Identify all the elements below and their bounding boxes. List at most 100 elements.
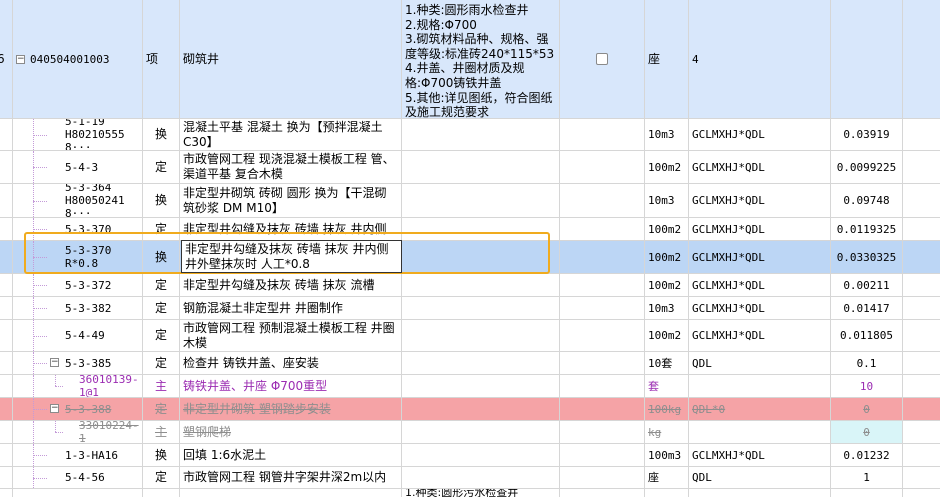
- quota-features-cell[interactable]: [402, 218, 560, 240]
- bill-type-cell[interactable]: 项: [143, 0, 180, 118]
- quota-features-cell[interactable]: [402, 398, 560, 420]
- quota-expr-cell[interactable]: GCLMXHJ*QDL: [689, 274, 831, 296]
- quota-code-cell[interactable]: 1-3-HA16: [13, 444, 143, 466]
- quota-features-cell[interactable]: [402, 444, 560, 466]
- quota-quantity-cell[interactable]: 10: [831, 375, 903, 397]
- quota-code-cell[interactable]: 36010139-1@1: [13, 375, 143, 397]
- quota-features-cell[interactable]: [402, 320, 560, 351]
- quota-name-cell[interactable]: 混凝土平基 混凝土 换为【预拌混凝土C30】: [180, 119, 402, 150]
- quota-quantity-cell[interactable]: 0.011805: [831, 320, 903, 351]
- quota-name-cell[interactable]: 非定型井勾缝及抹灰 砖墙 抹灰 流槽: [180, 274, 402, 296]
- quota-code-cell[interactable]: −5-3-385: [13, 352, 143, 374]
- quota-row-selected[interactable]: 5-3-370 R*0.8 换 非定型井勾缝及抹灰 砖墙 抹灰 井内侧 井外壁抹灰时…: [0, 241, 940, 274]
- quota-name-cell[interactable]: 非定型井勾缝及抹灰 砖墙 抹灰 井内侧: [180, 218, 402, 240]
- quota-name-cell[interactable]: 市政管网工程 钢管井字架井深2m以内: [180, 467, 402, 488]
- quota-row[interactable]: −5-3-385 定 检查井 铸铁井盖、座安装 10套 QDL 0.1: [0, 352, 940, 375]
- quota-features-cell[interactable]: [402, 375, 560, 397]
- quota-code-cell[interactable]: 5-3-370 R*0.8: [13, 241, 143, 273]
- material-row[interactable]: 33010224-1 主 塑钢爬梯 kg 0: [0, 421, 940, 444]
- quota-unit-cell[interactable]: 10m3: [645, 119, 689, 150]
- quota-expr-cell[interactable]: [689, 375, 831, 397]
- quota-unit-cell[interactable]: 10m3: [645, 184, 689, 217]
- bill-item-row[interactable]: 6 − 040504001003 项 砌筑井 1.种类:圆形雨水检查井 2.规格…: [0, 0, 940, 119]
- bill-quantity-cell[interactable]: 4: [689, 0, 831, 118]
- quota-unit-cell[interactable]: 100m2: [645, 320, 689, 351]
- quota-features-cell[interactable]: [402, 421, 560, 443]
- quota-expr-cell[interactable]: GCLMXHJ*QDL: [689, 151, 831, 183]
- quota-name-cell[interactable]: 钢筋混凝土非定型井 井圈制作: [180, 297, 402, 319]
- quota-type-cell[interactable]: 定: [143, 467, 180, 488]
- quota-code-cell[interactable]: 5-4-3: [13, 151, 143, 183]
- bill-code-cell[interactable]: − 040504001003: [13, 0, 143, 118]
- quota-code-cell[interactable]: 5-3-382: [13, 297, 143, 319]
- quota-unit-cell[interactable]: 100m2: [645, 241, 689, 273]
- quota-quantity-cell[interactable]: 0.0330325: [831, 241, 903, 273]
- quota-type-cell[interactable]: 定: [143, 297, 180, 319]
- quota-type-cell[interactable]: 定: [143, 352, 180, 374]
- quota-row[interactable]: 1-3-HA16 换 回填 1:6水泥土 100m3 GCLMXHJ*QDL 0.0123…: [0, 444, 940, 467]
- quota-type-cell[interactable]: 主: [143, 375, 180, 397]
- collapse-icon[interactable]: −: [16, 54, 25, 64]
- quota-unit-cell[interactable]: 100m2: [645, 218, 689, 240]
- quota-type-cell[interactable]: 定: [143, 218, 180, 240]
- quota-code-cell[interactable]: 5-3-370: [13, 218, 143, 240]
- quota-unit-cell[interactable]: 10m3: [645, 297, 689, 319]
- quota-name-cell[interactable]: 市政管网工程 现浇混凝土模板工程 管、渠道平基 复合木模: [180, 151, 402, 183]
- quota-unit-cell[interactable]: 100m2: [645, 274, 689, 296]
- quota-type-cell[interactable]: 换: [143, 444, 180, 466]
- quota-row[interactable]: 5-3-364 H80050241 8··· 换 非定型井砌筑 砖砌 圆形 换为【干…: [0, 184, 940, 218]
- quota-code-cell[interactable]: 5-1-19 H80210555 8···: [13, 119, 143, 150]
- quota-expr-cell[interactable]: QDL*0: [689, 398, 831, 420]
- quota-unit-cell[interactable]: 100m3: [645, 444, 689, 466]
- quota-row[interactable]: 5-3-370 定 非定型井勾缝及抹灰 砖墙 抹灰 井内侧 100m2 GCLMXHJ*…: [0, 218, 940, 241]
- bill-unit-cell[interactable]: 座: [645, 0, 689, 118]
- quota-quantity-cell[interactable]: 1: [831, 467, 903, 488]
- quota-features-cell[interactable]: [402, 352, 560, 374]
- quota-features-cell[interactable]: [402, 151, 560, 183]
- quota-type-cell[interactable]: 定: [143, 151, 180, 183]
- quota-expr-cell[interactable]: GCLMXHJ*QDL: [689, 320, 831, 351]
- quota-name-cell[interactable]: 回填 1:6水泥土: [180, 444, 402, 466]
- quota-row[interactable]: 5-3-382 定 钢筋混凝土非定型井 井圈制作 10m3 GCLMXHJ*QDL 0.0…: [0, 297, 940, 320]
- quota-quantity-cell[interactable]: 0.1: [831, 352, 903, 374]
- material-row[interactable]: 36010139-1@1 主 铸铁井盖、井座 Φ700重型 套 10: [0, 375, 940, 398]
- next-bill-row-peek[interactable]: 1.种类:圆形污水检查井: [0, 489, 940, 497]
- quota-code-cell[interactable]: 5-3-364 H80050241 8···: [13, 184, 143, 217]
- quota-features-cell[interactable]: [402, 119, 560, 150]
- quota-quantity-cell[interactable]: 0: [831, 421, 903, 443]
- quota-quantity-cell[interactable]: 0.03919: [831, 119, 903, 150]
- quota-expr-cell[interactable]: GCLMXHJ*QDL: [689, 184, 831, 217]
- quota-features-cell[interactable]: [402, 467, 560, 488]
- quota-quantity-cell[interactable]: 0.09748: [831, 184, 903, 217]
- quota-code-cell[interactable]: 5-3-372: [13, 274, 143, 296]
- quota-quantity-cell[interactable]: 0.00211: [831, 274, 903, 296]
- quota-expr-cell[interactable]: GCLMXHJ*QDL: [689, 119, 831, 150]
- quota-name-cell[interactable]: 市政管网工程 预制混凝土模板工程 井圈木模: [180, 320, 402, 351]
- checkbox-cell[interactable]: [560, 0, 645, 118]
- quota-quantity-cell[interactable]: 0.01232: [831, 444, 903, 466]
- quota-row[interactable]: −5-3-388 定 非定型井砌筑 塑钢踏步安装 100kg QDL*0 0: [0, 398, 940, 421]
- quota-expr-cell[interactable]: GCLMXHJ*QDL: [689, 297, 831, 319]
- quota-expr-cell[interactable]: GCLMXHJ*QDL: [689, 241, 831, 273]
- quota-row[interactable]: 5-3-372 定 非定型井勾缝及抹灰 砖墙 抹灰 流槽 100m2 GCLMXHJ*Q…: [0, 274, 940, 297]
- quota-name-cell[interactable]: 塑钢爬梯: [180, 421, 402, 443]
- bill-name-cell[interactable]: 砌筑井: [180, 0, 402, 118]
- quota-expr-cell[interactable]: GCLMXHJ*QDL: [689, 444, 831, 466]
- collapse-icon[interactable]: −: [50, 358, 59, 367]
- name-cell-editor[interactable]: 非定型井勾缝及抹灰 砖墙 抹灰 井内侧 井外壁抹灰时 人工*0.8: [181, 240, 402, 273]
- quota-type-cell[interactable]: 定: [143, 320, 180, 351]
- quota-type-cell[interactable]: 定: [143, 274, 180, 296]
- quota-name-cell[interactable]: 铸铁井盖、井座 Φ700重型: [180, 375, 402, 397]
- collapse-icon[interactable]: −: [50, 404, 59, 413]
- quota-code-cell[interactable]: −5-3-388: [13, 398, 143, 420]
- quota-type-cell[interactable]: 换: [143, 241, 180, 273]
- quota-expr-cell[interactable]: GCLMXHJ*QDL: [689, 218, 831, 240]
- quota-expr-cell[interactable]: [689, 421, 831, 443]
- quota-unit-cell[interactable]: kg: [645, 421, 689, 443]
- quota-features-cell[interactable]: [402, 274, 560, 296]
- quota-code-cell[interactable]: 5-4-49: [13, 320, 143, 351]
- select-checkbox[interactable]: [596, 53, 608, 65]
- quota-features-cell[interactable]: [402, 241, 560, 273]
- quota-type-cell[interactable]: 换: [143, 119, 180, 150]
- quota-row[interactable]: 5-4-3 定 市政管网工程 现浇混凝土模板工程 管、渠道平基 复合木模 100m2 G…: [0, 151, 940, 184]
